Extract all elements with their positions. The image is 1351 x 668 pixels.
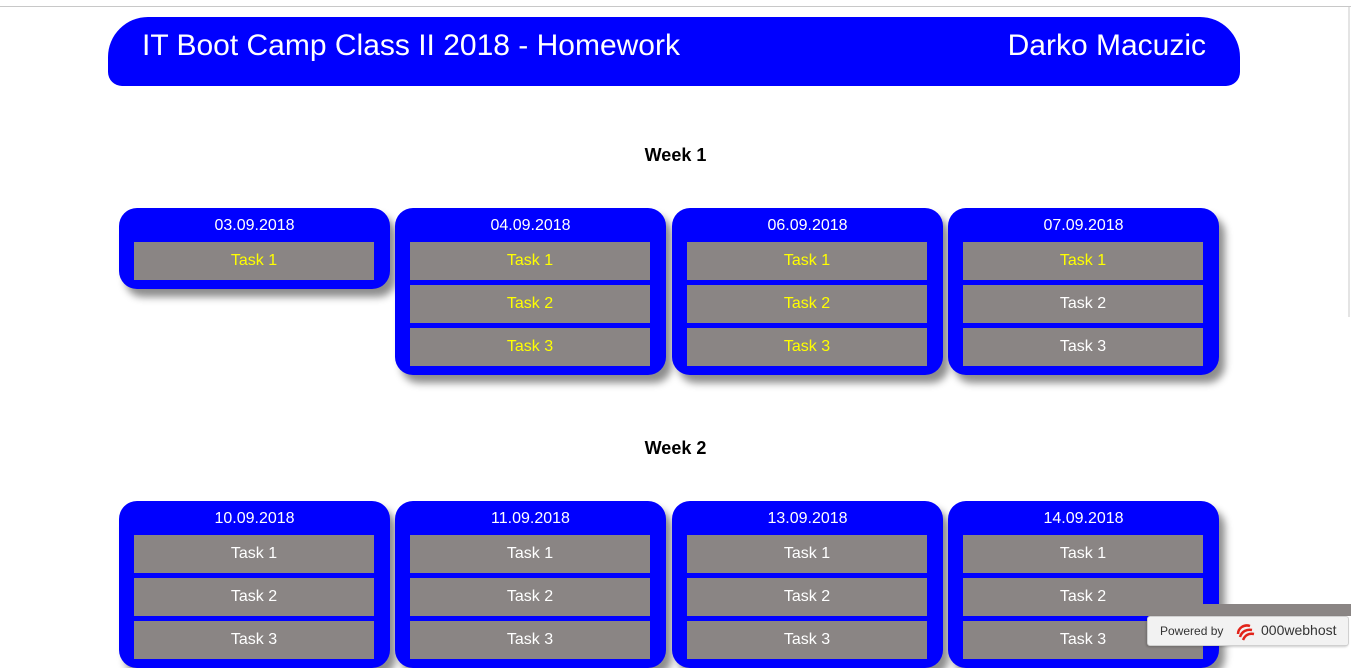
day-date: 04.09.2018 — [490, 217, 571, 234]
task-link[interactable]: Task 3 — [410, 328, 650, 366]
task-link[interactable]: Task 3 — [134, 621, 374, 659]
day-date: 11.09.2018 — [491, 510, 570, 527]
task-link[interactable]: Task 2 — [687, 578, 927, 616]
task-link[interactable]: Task 2 — [410, 578, 650, 616]
week-heading: Week 2 — [644, 438, 707, 458]
author-name: Darko Macuzic — [1007, 29, 1206, 62]
day-card: 06.09.2018 Task 1 Task 2 Task 3 — [672, 208, 943, 375]
browser-top-border — [0, 6, 1351, 7]
task-link[interactable]: Task 2 — [687, 285, 927, 323]
day-card: 03.09.2018 Task 1 — [119, 208, 390, 289]
day-date: 13.09.2018 — [767, 510, 848, 527]
task-link[interactable]: Task 3 — [687, 328, 927, 366]
day-date: 03.09.2018 — [214, 217, 295, 234]
powered-by-badge[interactable]: Powered by 000webhost — [1147, 616, 1349, 646]
task-link[interactable]: Task 3 — [963, 328, 1203, 366]
page-scrollbar[interactable] — [1345, 7, 1351, 653]
day-date: 14.09.2018 — [1043, 510, 1124, 527]
powered-by-label: Powered by — [1160, 624, 1224, 638]
badge-strip — [1116, 604, 1351, 616]
task-link[interactable]: Task 1 — [963, 242, 1203, 280]
day-card: 11.09.2018 Task 1 Task 2 Task 3 — [395, 501, 666, 668]
page-header: IT Boot Camp Class II 2018 - Homework Da… — [108, 17, 1240, 86]
task-link[interactable]: Task 1 — [134, 535, 374, 573]
day-date: 07.09.2018 — [1043, 217, 1124, 234]
000webhost-logo-icon — [1236, 624, 1255, 641]
task-link[interactable]: Task 1 — [134, 242, 374, 280]
task-link[interactable]: Task 1 — [687, 535, 927, 573]
task-link[interactable]: Task 1 — [410, 242, 650, 280]
task-link[interactable]: Task 2 — [963, 285, 1203, 323]
day-date: 06.09.2018 — [767, 217, 848, 234]
day-date: 10.09.2018 — [214, 510, 295, 527]
day-card: 07.09.2018 Task 1 Task 2 Task 3 — [948, 208, 1219, 375]
day-card: 13.09.2018 Task 1 Task 2 Task 3 — [672, 501, 943, 668]
task-link[interactable]: Task 1 — [963, 535, 1203, 573]
task-link[interactable]: Task 2 — [134, 578, 374, 616]
task-link[interactable]: Task 1 — [687, 242, 927, 280]
week-heading: Week 1 — [644, 145, 707, 165]
task-link[interactable]: Task 2 — [410, 285, 650, 323]
task-link[interactable]: Task 3 — [687, 621, 927, 659]
day-card: 10.09.2018 Task 1 Task 2 Task 3 — [119, 501, 390, 668]
brand-name: 000webhost — [1261, 622, 1337, 638]
task-link[interactable]: Task 1 — [410, 535, 650, 573]
page-title: IT Boot Camp Class II 2018 - Homework — [142, 29, 680, 62]
day-card: 04.09.2018 Task 1 Task 2 Task 3 — [395, 208, 666, 375]
task-link[interactable]: Task 3 — [410, 621, 650, 659]
